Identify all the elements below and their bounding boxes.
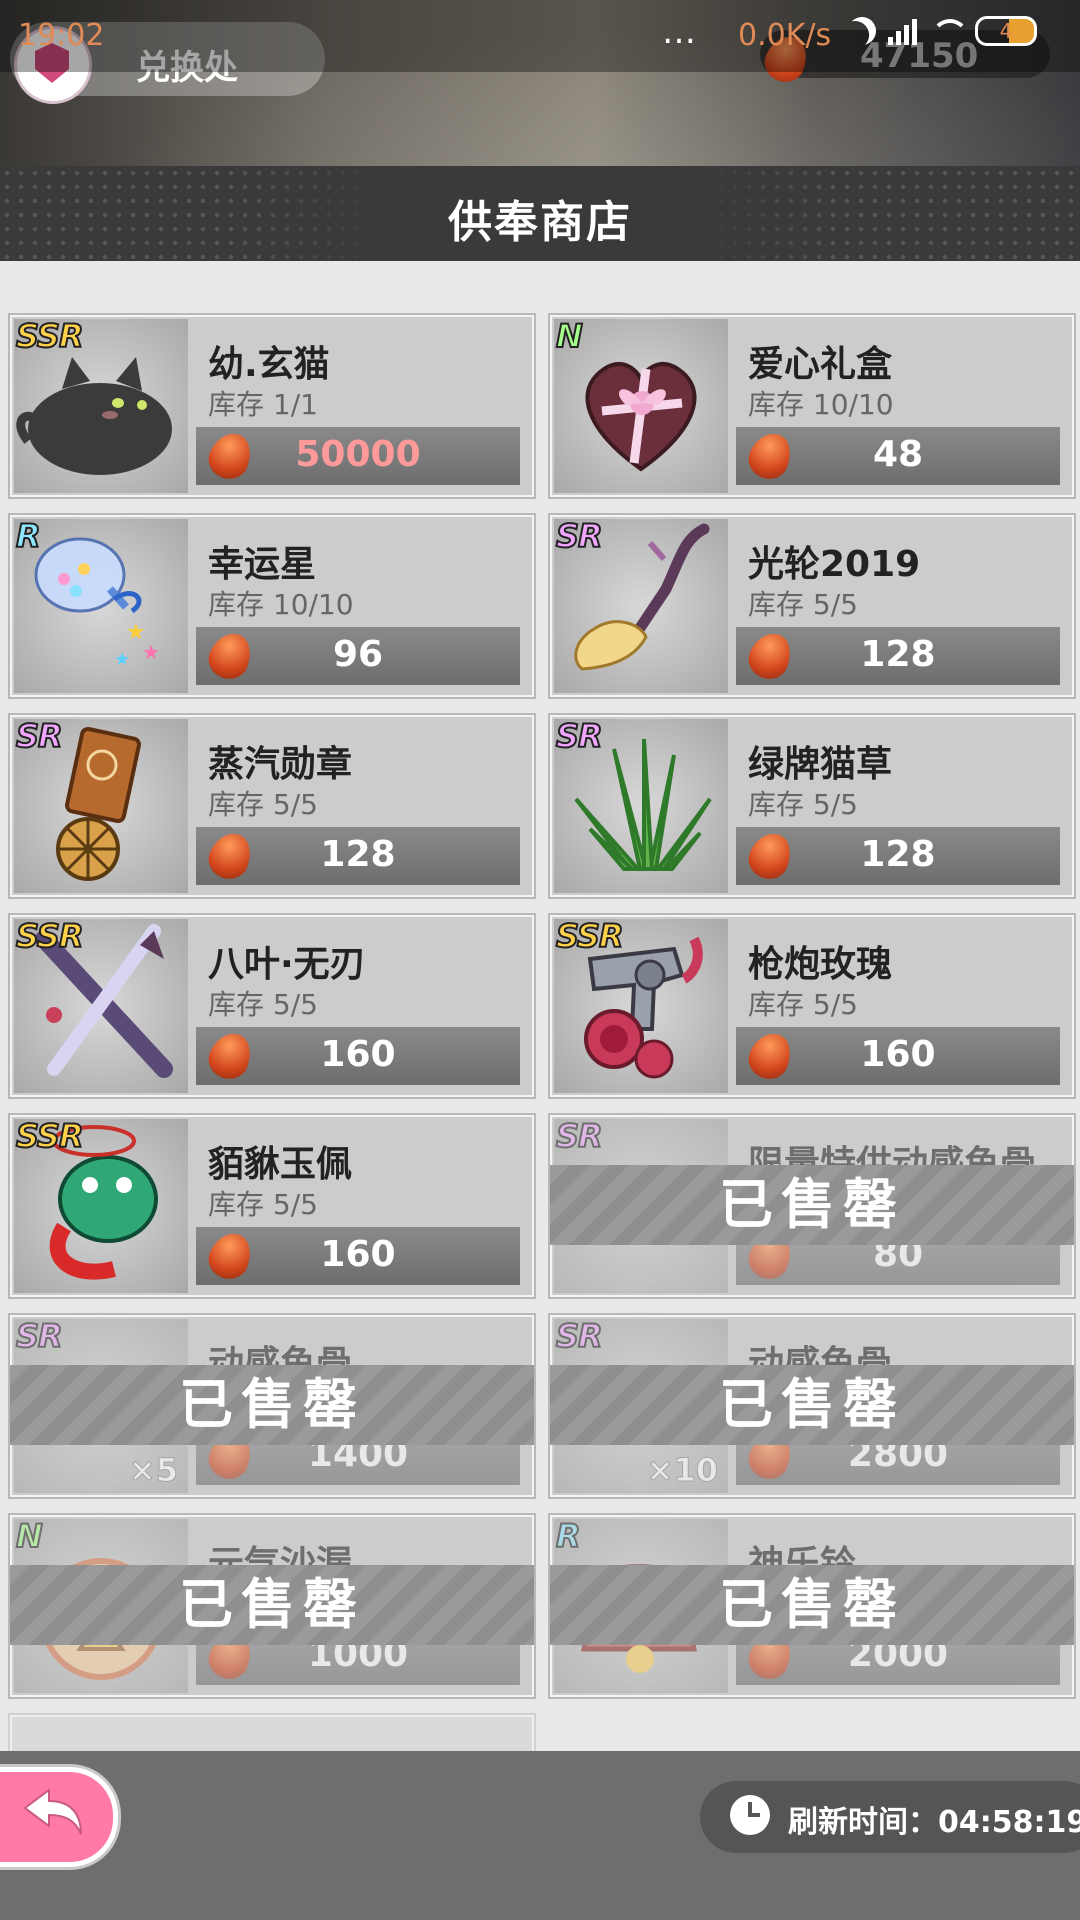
item-price: 160: [320, 1034, 396, 1075]
rarity-badge: SSR: [15, 916, 85, 956]
buy-button[interactable]: 128: [196, 827, 520, 885]
rarity-badge: SR: [15, 716, 64, 756]
sold-out-banner: 已售罄: [10, 1565, 534, 1645]
item-name: 枪炮玫瑰: [748, 944, 893, 985]
shop-item-card[interactable]: SSR 幼.玄猫 库存 1/1 50000: [10, 315, 534, 497]
rarity-badge: N: [555, 316, 584, 356]
item-stock: 库存 10/10: [748, 388, 894, 421]
shop-item-card[interactable]: SSR 貊貅玉佩 库存 5/5 160: [10, 1115, 534, 1297]
item-stock: 库存 5/5: [748, 588, 858, 621]
item-name: 绿牌猫草: [748, 744, 893, 785]
rarity-badge: SR: [555, 1116, 604, 1156]
buy-button[interactable]: 50000: [196, 427, 520, 485]
item-price: 96: [332, 634, 384, 675]
buy-button[interactable]: 48: [736, 427, 1060, 485]
item-price: 50000: [295, 434, 421, 475]
svg-text:★: ★: [142, 640, 160, 664]
item-name: 光轮2019: [748, 544, 921, 585]
item-grid: SSR 幼.玄猫 库存 1/1 50000 N 爱心礼盒 库存 10/10 48 ★ ★ ★ R 幸运星…: [0, 261, 1080, 1751]
status-time: 19:02: [18, 18, 105, 53]
rarity-badge: R: [15, 516, 42, 556]
shop-item-card[interactable]: SR 绿牌猫草 库存 5/5 128: [550, 715, 1074, 897]
item-name: 八叶·无刃: [208, 944, 366, 985]
buy-button[interactable]: 160: [196, 1227, 520, 1285]
shop-item-card-partial[interactable]: [10, 1715, 534, 1751]
item-stock: 库存 1/1: [208, 388, 318, 421]
item-price: 160: [860, 1034, 936, 1075]
item-stock: 库存 5/5: [748, 988, 858, 1021]
shop-item-card[interactable]: ★ ★ ★ R 幸运星 库存 10/10 96: [10, 515, 534, 697]
shop-item-card[interactable]: N元气沙漏1000已售罄: [10, 1515, 534, 1697]
item-name: 爱心礼盒: [748, 344, 893, 385]
battery-icon: 4: [975, 16, 1037, 46]
shop-item-card[interactable]: ×10SR动感鱼骨2800已售罄: [550, 1315, 1074, 1497]
rarity-badge: SR: [555, 1316, 604, 1356]
rarity-badge: R: [555, 1516, 582, 1556]
item-stock: 库存 5/5: [208, 1188, 318, 1221]
back-button[interactable]: [0, 1767, 118, 1867]
rarity-badge: SSR: [555, 916, 625, 956]
menu-dots[interactable]: …: [662, 12, 698, 52]
signal-icon: [888, 17, 917, 45]
star-bottle-icon: ★ ★ ★: [14, 519, 188, 693]
item-quantity: ×5: [128, 1451, 178, 1490]
item-stock: 库存 5/5: [748, 788, 858, 821]
back-arrow-icon: [23, 1788, 82, 1835]
rarity-badge: SR: [555, 516, 604, 556]
sold-out-banner: 已售罄: [550, 1365, 1074, 1445]
clock-icon: [730, 1795, 770, 1835]
shop-title: 供奉商店: [448, 197, 632, 248]
item-price: 128: [320, 834, 396, 875]
rarity-badge: N: [15, 1516, 44, 1556]
buy-button[interactable]: 128: [736, 827, 1060, 885]
refresh-time-label: 刷新时间：04:58:19: [788, 1805, 1080, 1840]
item-stock: 库存 10/10: [208, 588, 354, 621]
sold-out-banner: 已售罄: [550, 1165, 1074, 1245]
shop-item-card[interactable]: N 爱心礼盒 库存 10/10 48: [550, 315, 1074, 497]
shop-item-card[interactable]: SSR 八叶·无刃 库存 5/5 160: [10, 915, 534, 1097]
item-stock: 库存 5/5: [208, 788, 318, 821]
item-price: 160: [320, 1234, 396, 1275]
item-name: 蒸汽勋章: [208, 744, 353, 785]
rarity-badge: SSR: [15, 1116, 85, 1156]
moon-icon: [843, 12, 881, 50]
status-bar: 19:02 … 0.0K/s 4: [0, 0, 1080, 72]
rarity-badge: SR: [15, 1316, 64, 1356]
item-name: 幼.玄猫: [208, 344, 330, 385]
shop-item-card[interactable]: SR 蒸汽勋章 库存 5/5 128: [10, 715, 534, 897]
item-price: 128: [860, 634, 936, 675]
svg-text:★: ★: [114, 649, 130, 670]
rarity-badge: SSR: [15, 316, 85, 356]
buy-button[interactable]: 128: [736, 627, 1060, 685]
sold-out-banner: 已售罄: [10, 1365, 534, 1445]
bottom-bar: 刷新时间：04:58:19: [0, 1751, 1080, 1920]
buy-button[interactable]: 160: [736, 1027, 1060, 1085]
wifi-icon: [929, 17, 969, 45]
shop-header: 供奉商店: [0, 166, 1080, 261]
net-speed: 0.0K/s: [738, 18, 832, 53]
item-price: 48: [872, 434, 924, 475]
item-quantity: ×10: [646, 1451, 718, 1490]
item-price: 128: [860, 834, 936, 875]
item-stock: 库存 5/5: [208, 988, 318, 1021]
refresh-timer: 刷新时间：04:58:19: [700, 1781, 1080, 1853]
shop-item-card[interactable]: SR限量特供动感鱼骨80已售罄: [550, 1115, 1074, 1297]
buy-button[interactable]: 160: [196, 1027, 520, 1085]
item-name: 貊貅玉佩: [208, 1144, 353, 1185]
item-name: 幸运星: [208, 544, 317, 585]
rarity-badge: SR: [555, 716, 604, 756]
sold-out-banner: 已售罄: [550, 1565, 1074, 1645]
shop-item-card[interactable]: SR 光轮2019 库存 5/5 128: [550, 515, 1074, 697]
shop-item-card[interactable]: R神乐铃2000已售罄: [550, 1515, 1074, 1697]
shop-item-card[interactable]: ×5SR动感鱼骨1400已售罄: [10, 1315, 534, 1497]
buy-button[interactable]: 96: [196, 627, 520, 685]
shop-item-card[interactable]: SSR 枪炮玫瑰 库存 5/5 160: [550, 915, 1074, 1097]
